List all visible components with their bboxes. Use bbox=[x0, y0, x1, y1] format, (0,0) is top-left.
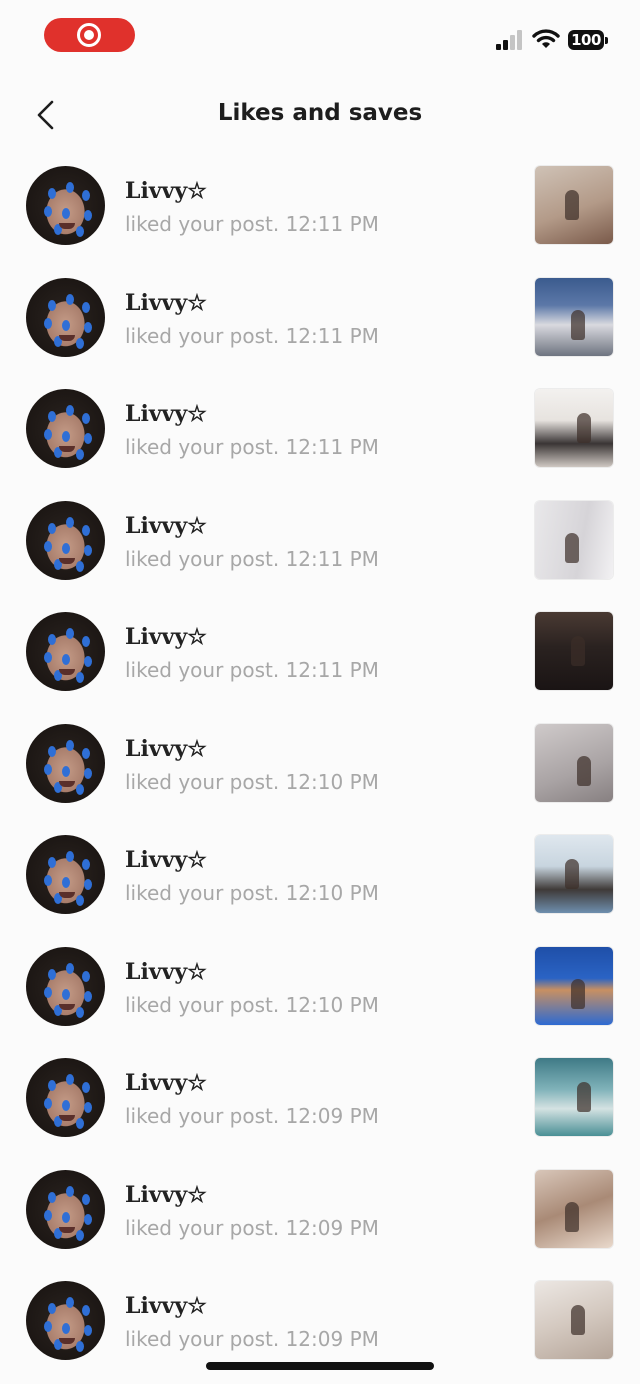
username[interactable]: Livvy☆ bbox=[125, 624, 207, 650]
avatar[interactable] bbox=[26, 723, 105, 803]
blonde-girl-photo-icon[interactable] bbox=[535, 1281, 613, 1359]
hallway-photo-icon[interactable] bbox=[535, 500, 613, 579]
list-item[interactable]: Livvy☆ liked your post. 12:11 PM bbox=[0, 491, 640, 603]
avatar[interactable] bbox=[26, 277, 105, 357]
username[interactable]: Livvy☆ bbox=[125, 401, 207, 427]
avatar[interactable] bbox=[26, 1281, 105, 1360]
activity-text: liked your post. 12:09 PM bbox=[125, 1327, 379, 1351]
avatar[interactable] bbox=[26, 500, 105, 580]
notification-list: Livvy☆ liked your post. 12:11 PM Livvy☆ lik… bbox=[0, 156, 640, 1383]
home-indicator[interactable] bbox=[206, 1362, 434, 1370]
username[interactable]: Livvy☆ bbox=[125, 959, 207, 985]
activity-text: liked your post. 12:10 PM bbox=[125, 992, 379, 1017]
username[interactable]: Livvy☆ bbox=[125, 1070, 207, 1096]
ocean-girl-photo-icon[interactable] bbox=[535, 835, 613, 913]
list-item[interactable]: Livvy☆ liked your post. 12:11 PM bbox=[0, 379, 640, 491]
activity-text: liked your post. 12:10 PM bbox=[125, 769, 379, 794]
bedroom-photo-icon[interactable] bbox=[535, 1169, 613, 1248]
avatar[interactable] bbox=[26, 166, 105, 245]
list-item[interactable]: Livvy☆ liked your post. 12:09 PM bbox=[0, 1160, 640, 1272]
city-building-photo-icon[interactable] bbox=[535, 277, 613, 356]
username[interactable]: Livvy☆ bbox=[125, 1182, 207, 1208]
white-room-photo-icon[interactable] bbox=[535, 389, 613, 467]
list-item[interactable]: Livvy☆ liked your post. 12:10 PM bbox=[0, 825, 640, 937]
activity-text: liked your post. 12:11 PM bbox=[125, 546, 379, 571]
wifi-icon bbox=[532, 29, 560, 48]
avatar[interactable] bbox=[26, 1169, 105, 1249]
activity-text: liked your post. 12:10 PM bbox=[125, 881, 379, 905]
page-title: Likes and saves bbox=[217, 100, 423, 126]
ring-light-photo-icon[interactable] bbox=[535, 166, 613, 244]
avatar[interactable] bbox=[26, 612, 105, 691]
username[interactable]: Livvy☆ bbox=[125, 513, 207, 539]
activity-text: liked your post. 12:09 PM bbox=[125, 1104, 379, 1128]
avatar[interactable] bbox=[26, 946, 105, 1026]
username[interactable]: Livvy☆ bbox=[125, 290, 207, 316]
avatar[interactable] bbox=[26, 389, 105, 468]
list-item[interactable]: Livvy☆ liked your post. 12:09 PM bbox=[0, 1048, 640, 1160]
activity-text: liked your post. 12:11 PM bbox=[125, 323, 379, 348]
girl-standing-photo-icon[interactable] bbox=[535, 723, 613, 802]
list-item[interactable]: Livvy☆ liked your post. 12:10 PM bbox=[0, 937, 640, 1049]
avatars-photo-icon[interactable] bbox=[535, 612, 613, 690]
status-bar: 100 bbox=[0, 0, 640, 70]
cellular-signal-icon bbox=[496, 30, 524, 50]
username[interactable]: Livvy☆ bbox=[125, 178, 207, 204]
list-item[interactable]: Livvy☆ liked your post. 12:11 PM bbox=[0, 268, 640, 380]
avatar[interactable] bbox=[26, 1058, 105, 1137]
activity-text: liked your post. 12:09 PM bbox=[125, 1215, 379, 1240]
list-item[interactable]: Livvy☆ liked your post. 12:11 PM bbox=[0, 602, 640, 714]
activity-text: liked your post. 12:11 PM bbox=[125, 435, 379, 459]
list-item[interactable]: Livvy☆ liked your post. 12:10 PM bbox=[0, 714, 640, 826]
battery-indicator: 100 bbox=[568, 30, 608, 50]
list-item[interactable]: Livvy☆ liked your post. 12:11 PM bbox=[0, 156, 640, 268]
header: Likes and saves bbox=[0, 80, 640, 150]
activity-text: liked your post. 12:11 PM bbox=[125, 212, 379, 236]
screen-recording-indicator[interactable] bbox=[44, 18, 135, 52]
avatar[interactable] bbox=[26, 835, 105, 914]
beach-photo-icon[interactable] bbox=[535, 946, 613, 1025]
username[interactable]: Livvy☆ bbox=[125, 847, 207, 873]
username[interactable]: Livvy☆ bbox=[125, 1293, 207, 1319]
activity-text: liked your post. 12:11 PM bbox=[125, 658, 379, 682]
username[interactable]: Livvy☆ bbox=[125, 736, 207, 762]
seaside-photo-icon[interactable] bbox=[535, 1058, 613, 1136]
record-icon bbox=[77, 23, 101, 47]
